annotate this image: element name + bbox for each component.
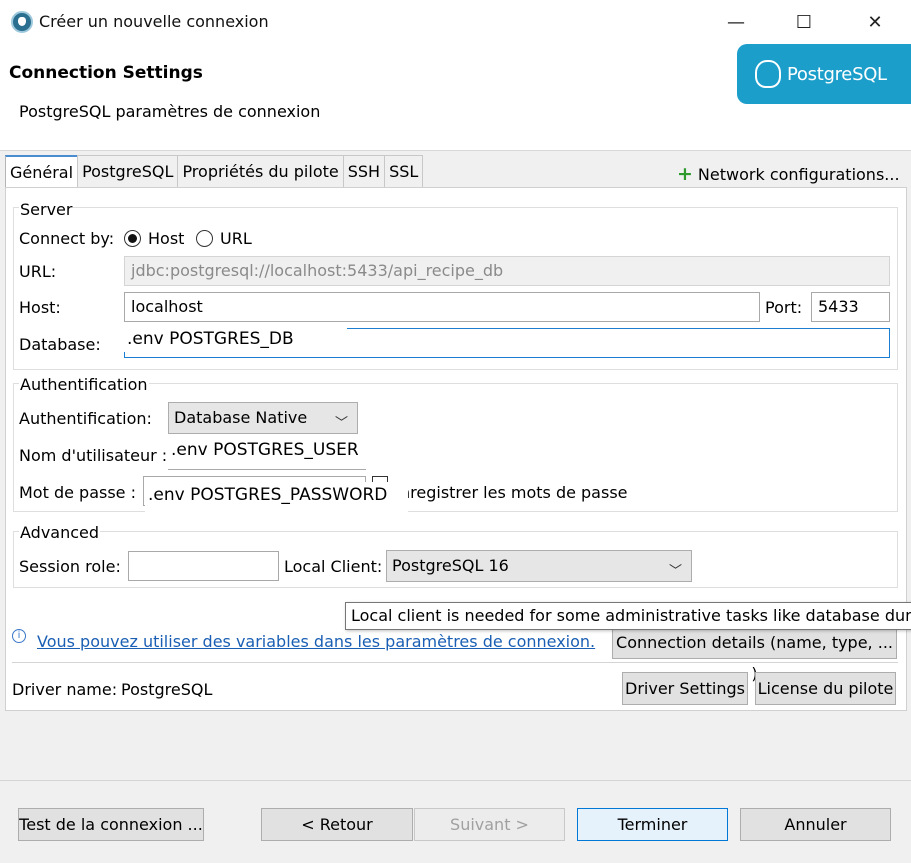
database-overlay-text: .env POSTGRES_DB [124, 326, 347, 352]
password-overlay-text: .env POSTGRES_PASSWORD [145, 482, 408, 530]
port-label: Port: [765, 298, 803, 317]
minimize-button[interactable]: — [713, 0, 759, 44]
back-button[interactable]: < Retour [261, 808, 413, 841]
port-input[interactable]: 5433 [811, 292, 890, 322]
network-configurations-link[interactable]: + Network configurations... [677, 163, 900, 185]
session-role-label: Session role: [19, 557, 121, 576]
host-input[interactable]: localhost [124, 292, 760, 322]
elephant-icon [755, 60, 781, 88]
plus-icon: + [677, 163, 693, 185]
local-client-value: PostgreSQL 16 [392, 556, 509, 575]
auth-method-select[interactable]: Database Native ﹀ [168, 402, 358, 434]
test-connection-button[interactable]: Test de la connexion ... [18, 808, 204, 841]
window-title: Créer un nouvelle connexion [39, 12, 269, 31]
advanced-group-label: Advanced [19, 523, 101, 542]
authentication-group-label: Authentification [19, 375, 149, 394]
username-overlay-text: .env POSTGRES_USER [168, 437, 391, 469]
auth-method-value: Database Native [174, 408, 308, 427]
local-client-select[interactable]: PostgreSQL 16 ﹀ [386, 550, 692, 582]
close-button[interactable]: ✕ [852, 0, 898, 44]
password-label: Mot de passe : [19, 483, 136, 502]
local-client-label: Local Client: [284, 557, 383, 576]
driver-settings-button[interactable]: Driver Settings [622, 672, 748, 705]
auth-method-label: Authentification: [19, 409, 152, 428]
footer-divider [0, 780, 911, 781]
next-button[interactable]: Suivant > [414, 808, 565, 841]
save-passwords-label: nregistrer les mots de passe [400, 483, 628, 502]
tab-ssl[interactable]: SSL [384, 155, 424, 187]
chevron-down-icon: ﹀ [668, 564, 682, 579]
finish-button[interactable]: Terminer [577, 808, 728, 841]
network-configurations-label: Network configurations... [697, 165, 900, 184]
host-label: Host: [19, 298, 61, 317]
tab-general[interactable]: Général [5, 155, 79, 189]
database-label: Database: [19, 335, 101, 354]
url-radio-label: URL [220, 229, 252, 248]
dbeaver-app-icon [11, 11, 33, 33]
host-radio-label: Host [148, 229, 185, 248]
connect-by-label: Connect by: [19, 229, 115, 248]
logo-text: PostgreSQL [787, 63, 887, 85]
tab-strip: Général PostgreSQL Propriétés du pilote … [5, 155, 424, 189]
url-input[interactable]: jdbc:postgresql://localhost:5433/api_rec… [124, 256, 890, 286]
url-label: URL: [19, 262, 57, 281]
url-radio[interactable] [196, 230, 213, 247]
maximize-button[interactable]: ☐ [781, 0, 827, 44]
connection-details-button[interactable]: Connection details (name, type, ... ) [612, 626, 897, 683]
header-divider [0, 150, 911, 151]
postgresql-logo: PostgreSQL [737, 44, 911, 104]
host-radio[interactable] [124, 230, 141, 247]
session-role-input[interactable] [128, 551, 279, 581]
chevron-down-icon: ﹀ [334, 416, 348, 431]
page-title: Connection Settings [9, 63, 203, 83]
page-subtitle: PostgreSQL paramètres de connexion [19, 102, 321, 121]
variables-help-link[interactable]: Vous pouvez utiliser des variables dans … [37, 632, 595, 651]
tab-postgresql[interactable]: PostgreSQL [77, 155, 179, 187]
local-client-tooltip: Local client is needed for some administ… [345, 602, 911, 630]
info-icon: i [12, 629, 26, 643]
driver-name-label: Driver name: [12, 680, 118, 699]
username-label: Nom d'utilisateur : [19, 446, 168, 465]
driver-name-value: PostgreSQL [121, 680, 213, 699]
panel-divider [12, 662, 898, 663]
cancel-button[interactable]: Annuler [740, 808, 891, 841]
driver-license-button[interactable]: License du pilote [755, 672, 896, 705]
server-group-label: Server [19, 200, 74, 219]
tab-ssh[interactable]: SSH [342, 155, 386, 187]
tab-driver-properties[interactable]: Propriétés du pilote [177, 155, 344, 187]
